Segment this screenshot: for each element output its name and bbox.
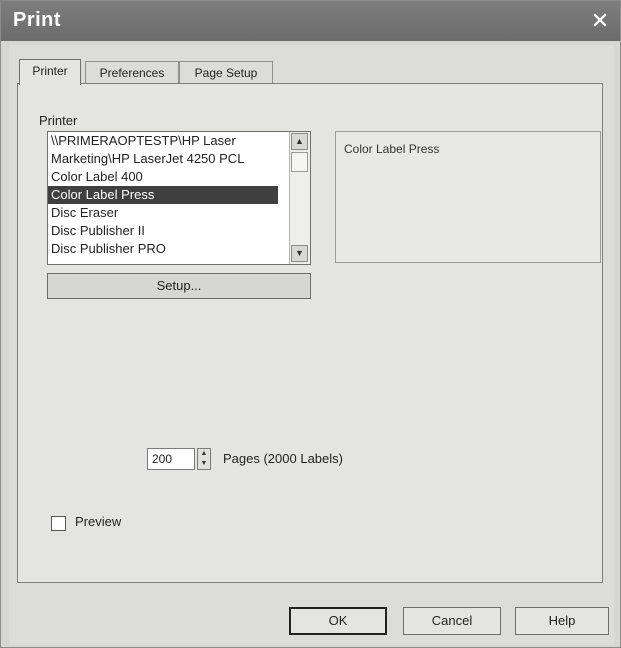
close-icon[interactable]: ✕ (588, 9, 612, 33)
printer-list-item[interactable]: Disc Eraser (48, 204, 278, 222)
spin-down-icon[interactable]: ▼ (198, 459, 210, 469)
chevron-down-icon[interactable]: ▼ (291, 245, 308, 262)
printer-list-item[interactable]: Disc Publisher II (48, 222, 278, 240)
printer-info-box: Color Label Press (335, 131, 601, 263)
help-button[interactable]: Help (515, 607, 609, 635)
printer-list-item[interactable]: Marketing\HP LaserJet 4250 PCL (48, 150, 278, 168)
tab-page-setup[interactable]: Page Setup (179, 61, 273, 83)
printer-list-item-selected[interactable]: Color Label Press (48, 186, 278, 204)
tab-printer[interactable]: Printer (19, 59, 81, 85)
dialog-title: Print (13, 9, 62, 31)
printer-list-item[interactable]: \\PRIMERAOPTESTP\HP Laser (48, 132, 278, 150)
printer-list-scrollbar[interactable]: ▲ ▼ (289, 132, 310, 264)
printer-list-item[interactable]: Disc Publisher PRO (48, 240, 278, 258)
printer-list: \\PRIMERAOPTESTP\HP Laser Marketing\HP L… (48, 132, 278, 258)
pages-label: Pages (2000 Labels) (223, 451, 343, 466)
scroll-thumb[interactable] (291, 152, 308, 172)
preview-label[interactable]: Preview (75, 514, 121, 529)
printer-label: Printer (39, 113, 78, 128)
ok-button[interactable]: OK (289, 607, 387, 635)
pages-spinner[interactable]: ▲ ▼ (197, 448, 211, 470)
setup-button[interactable]: Setup... (47, 273, 311, 299)
printer-list-item[interactable]: Color Label 400 (48, 168, 278, 186)
printer-info-text: Color Label Press (344, 142, 440, 156)
pages-input[interactable]: 200 (147, 448, 195, 470)
printer-listbox[interactable]: \\PRIMERAOPTESTP\HP Laser Marketing\HP L… (47, 131, 311, 265)
dialog-body: Printer Preferences Page Setup Printer \… (9, 45, 614, 645)
cancel-button[interactable]: Cancel (403, 607, 501, 635)
spin-up-icon[interactable]: ▲ (198, 449, 210, 459)
print-dialog: Print ✕ Printer Preferences Page Setup P… (0, 0, 621, 648)
title-bar[interactable]: Print ✕ (1, 1, 620, 41)
preview-checkbox[interactable] (51, 516, 66, 531)
chevron-up-icon[interactable]: ▲ (291, 133, 308, 150)
tab-preferences[interactable]: Preferences (85, 61, 179, 83)
